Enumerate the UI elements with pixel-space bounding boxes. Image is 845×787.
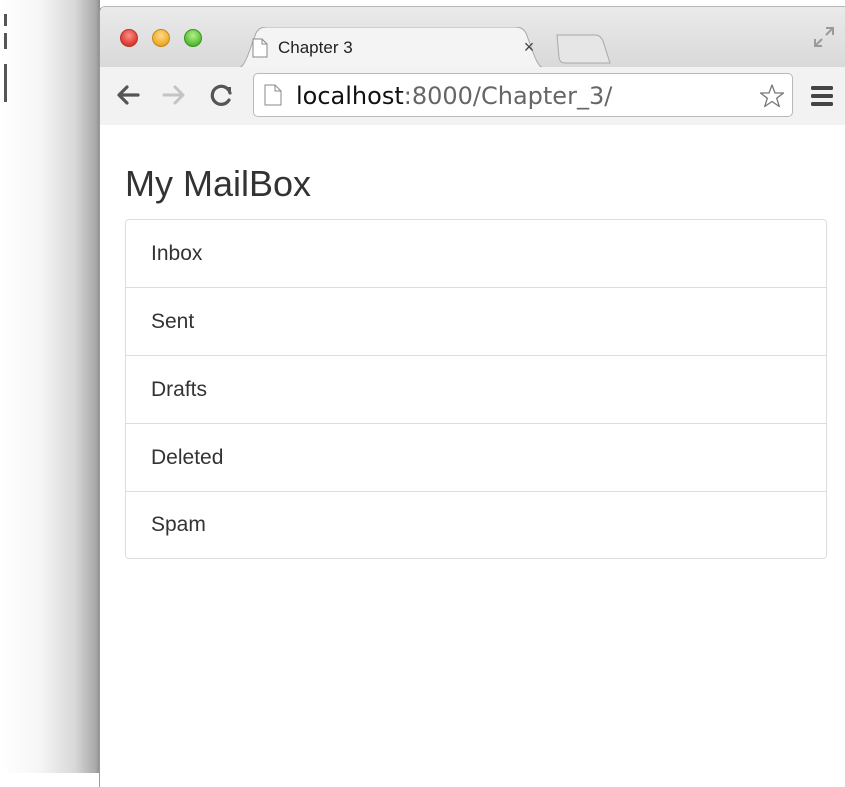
desktop: Chapter 3 × localhost:8000/Chapter_3/ My… xyxy=(0,0,845,787)
reload-icon[interactable] xyxy=(208,81,236,109)
close-tab-icon[interactable]: × xyxy=(519,35,539,59)
mailbox-item-deleted[interactable]: Deleted xyxy=(126,424,826,492)
page-title: My MailBox xyxy=(125,163,312,204)
hamburger-menu-icon[interactable] xyxy=(810,85,834,107)
fullscreen-icon[interactable] xyxy=(812,25,836,49)
background-window-edge xyxy=(4,33,7,49)
page-icon xyxy=(264,84,282,106)
new-tab-button[interactable] xyxy=(555,33,613,65)
browser-toolbar: localhost:8000/Chapter_3/ xyxy=(100,67,845,126)
minimize-window-button[interactable] xyxy=(152,29,170,47)
mailbox-item-sent[interactable]: Sent xyxy=(126,288,826,356)
mailbox-item-inbox[interactable]: Inbox xyxy=(126,220,826,288)
forward-arrow-icon[interactable] xyxy=(160,81,188,109)
background-window-edge xyxy=(4,14,7,26)
maximize-window-button[interactable] xyxy=(184,29,202,47)
url-path: :8000/Chapter_3/ xyxy=(403,82,613,110)
address-bar[interactable]: localhost:8000/Chapter_3/ xyxy=(253,73,793,117)
url-host: localhost xyxy=(296,82,404,110)
window-shadow xyxy=(0,0,100,773)
tab-chapter-3[interactable]: Chapter 3 × xyxy=(232,27,550,69)
close-window-button[interactable] xyxy=(120,29,138,47)
background-window-edge xyxy=(4,64,7,102)
page-icon xyxy=(252,38,268,58)
mailbox-list: Inbox Sent Drafts Deleted Spam xyxy=(125,219,827,559)
tab-title: Chapter 3 xyxy=(278,38,353,57)
page-content: My MailBox Inbox Sent Drafts Deleted Spa… xyxy=(100,125,845,785)
back-arrow-icon[interactable] xyxy=(114,81,142,109)
title-bar: Chapter 3 × xyxy=(100,7,845,69)
star-icon[interactable] xyxy=(759,83,785,109)
browser-window: Chapter 3 × localhost:8000/Chapter_3/ My… xyxy=(99,6,845,787)
mailbox-item-drafts[interactable]: Drafts xyxy=(126,356,826,424)
url-text: localhost:8000/Chapter_3/ xyxy=(296,82,612,110)
mailbox-item-spam[interactable]: Spam xyxy=(126,492,826,558)
